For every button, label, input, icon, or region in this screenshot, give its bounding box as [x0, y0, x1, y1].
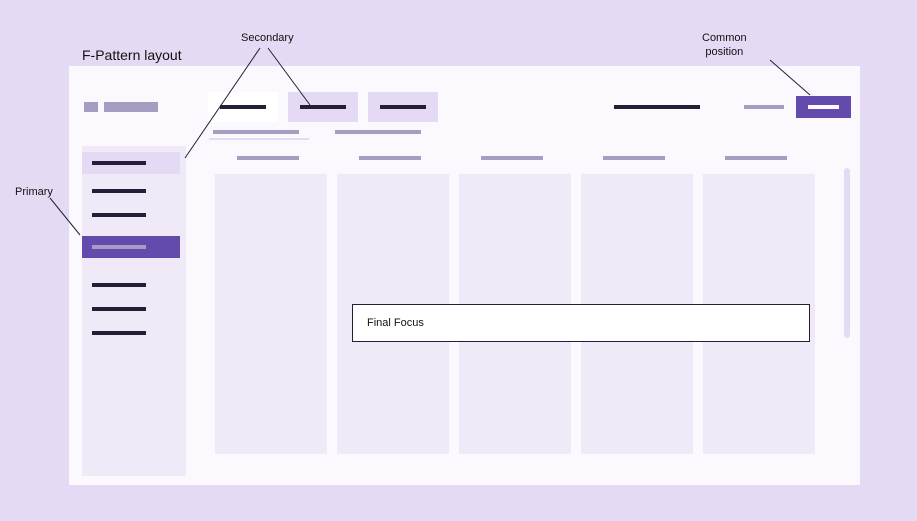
label-secondary: Secondary	[241, 32, 294, 44]
sub-tab-2[interactable]	[335, 130, 421, 134]
col-head-1	[237, 156, 299, 160]
sidebar-item-3[interactable]	[82, 204, 180, 226]
sidebar-item-7[interactable]	[82, 322, 180, 344]
col-head-4	[603, 156, 665, 160]
logo-text	[104, 102, 158, 112]
logo-mark	[84, 102, 98, 112]
diagram-title: F-Pattern layout	[82, 47, 182, 63]
sidebar-item-2[interactable]	[82, 180, 180, 202]
top-link-secondary[interactable]	[744, 105, 784, 109]
sidebar-item-1[interactable]	[82, 152, 180, 174]
scrollbar[interactable]	[844, 168, 850, 338]
cta-button[interactable]	[796, 96, 851, 118]
main-tab-3[interactable]	[368, 92, 438, 122]
top-toolbar	[84, 92, 845, 122]
top-link[interactable]	[614, 105, 700, 109]
final-focus-label: Final Focus	[367, 317, 424, 329]
wireframe-frame: Final Focus	[69, 66, 860, 485]
col-head-2	[359, 156, 421, 160]
col-head-3	[481, 156, 543, 160]
label-primary: Primary	[15, 186, 53, 198]
sidebar-nav	[82, 146, 186, 476]
final-focus-callout: Final Focus	[352, 304, 810, 342]
col-head-5	[725, 156, 787, 160]
main-tab-1[interactable]	[208, 92, 278, 122]
sidebar-item-6[interactable]	[82, 298, 180, 320]
sub-tab-1[interactable]	[213, 130, 299, 134]
sidebar-item-5[interactable]	[82, 274, 180, 296]
col-body-1	[215, 174, 327, 454]
label-common-position: Common position	[702, 32, 747, 60]
main-tab-2[interactable]	[288, 92, 358, 122]
sidebar-item-4-selected[interactable]	[82, 236, 180, 258]
